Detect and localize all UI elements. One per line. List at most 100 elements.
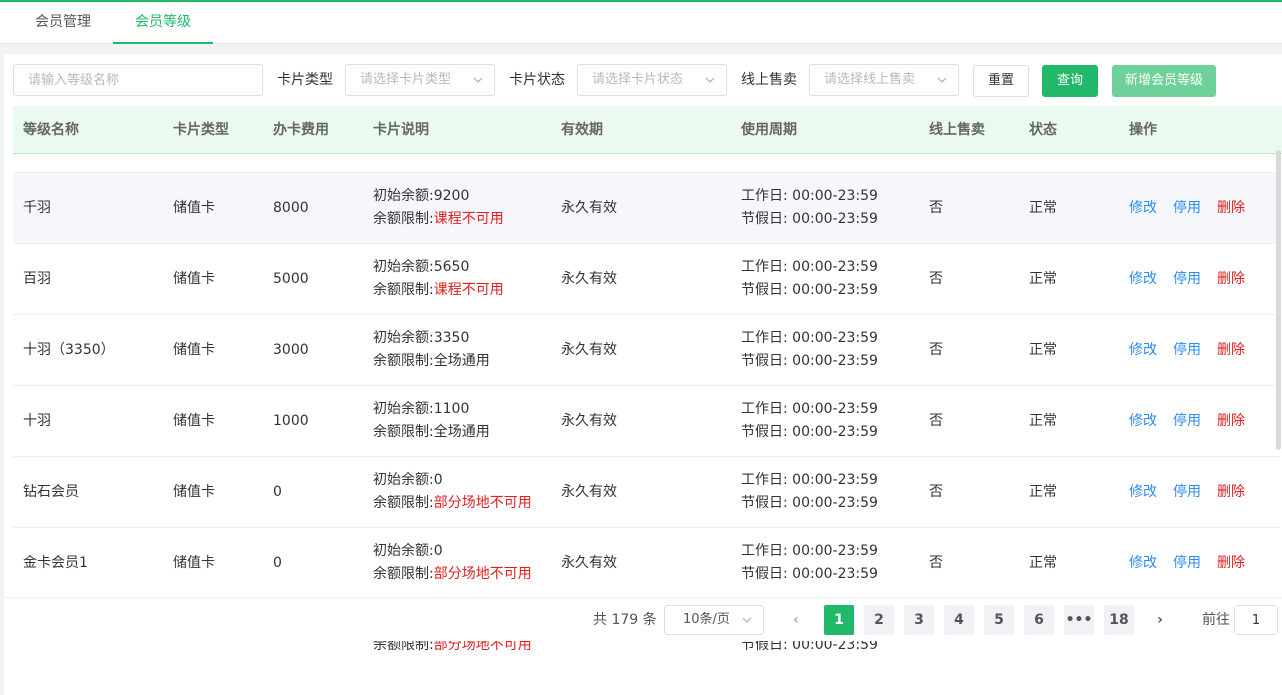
init-balance-line: 初始余额:0 — [373, 540, 532, 563]
holiday-prefix: 节假日: — [741, 424, 788, 440]
cell-card-desc: 初始余额:5650 余额限制:课程不可用 — [373, 256, 504, 302]
cell-level-name: 百羽 — [23, 271, 51, 287]
page-button[interactable]: 6 — [1024, 605, 1054, 635]
online-sale-select[interactable]: 请选择线上售卖 — [809, 64, 959, 96]
delete-link[interactable]: 删除 — [1217, 173, 1245, 243]
workday-line: 工作日: 00:00-23:59 — [741, 256, 878, 279]
cell-online-sale: 否 — [929, 484, 943, 500]
init-balance-line: 初始余额:1100 — [373, 398, 490, 421]
init-balance-line: 初始余额:3350 — [373, 327, 490, 350]
page-button[interactable]: 2 — [864, 605, 894, 635]
workday-line: 工作日: 00:00-23:59 — [741, 398, 878, 421]
edit-link[interactable]: 修改 — [1129, 315, 1157, 385]
workday-line: 工作日: 00:00-23:59 — [741, 469, 878, 492]
filter-bar: 卡片类型 请选择卡片类型 卡片状态 请选择卡片状态 线上售卖 请选择线上售卖 重… — [4, 54, 1282, 106]
page-button[interactable]: 5 — [984, 605, 1014, 635]
col-usage-period: 使用周期 — [741, 122, 797, 138]
col-card-type: 卡片类型 — [173, 122, 229, 138]
delete-link[interactable]: 删除 — [1217, 244, 1245, 314]
card-status-select[interactable]: 请选择卡片状态 — [577, 64, 727, 96]
col-card-desc: 卡片说明 — [373, 122, 429, 138]
col-validity: 有效期 — [561, 122, 603, 138]
page-button[interactable]: 4 — [944, 605, 974, 635]
card-status-placeholder: 请选择卡片状态 — [592, 72, 684, 87]
workday-value: 00:00-23:59 — [792, 543, 878, 559]
cell-card-desc: 初始余额:0余额限制:部分场地不可用 — [373, 540, 532, 586]
init-balance-prefix: 初始余额: — [373, 472, 434, 488]
vertical-scrollbar[interactable] — [1276, 150, 1281, 450]
cell-level-name: 金卡会员1 — [23, 555, 88, 571]
cell-card-desc: 初始余额:3350 余额限制:全场通用 — [373, 327, 490, 373]
goto-page-input[interactable] — [1234, 605, 1278, 635]
balance-limit-line: 余额限制:课程不可用 — [373, 279, 504, 302]
cell-card-type: 储值卡 — [173, 555, 215, 571]
cell-status: 正常 — [1029, 271, 1057, 287]
prev-page-icon[interactable]: ‹ — [781, 605, 811, 635]
edit-link[interactable]: 修改 — [1129, 244, 1157, 314]
query-button[interactable]: 查询 — [1042, 65, 1098, 97]
card-type-select[interactable]: 请选择卡片类型 — [345, 64, 495, 96]
table-row: 十羽 储值卡 1000 初始余额:1100 余额限制:全场通用 永久有效 工作日: 00:0… — [13, 386, 1280, 457]
card-type-label: 卡片类型 — [277, 72, 333, 88]
tab-member-management[interactable]: 会员管理 — [18, 2, 108, 44]
page-size-select[interactable]: 10条/页 — [664, 605, 764, 635]
more-pages-icon[interactable]: ••• — [1064, 605, 1094, 635]
cell-usage-period: 工作日: 00:00-23:59节假日: 00:00-23:59 — [741, 540, 878, 586]
cell-fee: 3000 — [273, 342, 309, 358]
top-tab-bar: 会员管理 会员等级 — [0, 0, 1282, 44]
cell-usage-period: 工作日: 00:00-23:59节假日: 00:00-23:59 — [741, 185, 878, 231]
holiday-prefix: 节假日: — [741, 566, 788, 582]
table-row: 十羽（3350） 储值卡 3000 初始余额:3350 余额限制:全场通用 永久有效 工作日… — [13, 315, 1280, 386]
disable-link[interactable]: 停用 — [1173, 244, 1201, 314]
page-button[interactable]: 18 — [1104, 605, 1134, 635]
holiday-line: 节假日: 00:00-23:59 — [741, 208, 878, 231]
delete-link[interactable]: 删除 — [1217, 528, 1245, 598]
chevron-down-icon — [937, 77, 947, 83]
delete-link[interactable]: 删除 — [1217, 386, 1245, 456]
cell-status: 正常 — [1029, 200, 1057, 216]
col-actions: 操作 — [1129, 122, 1157, 138]
edit-link[interactable]: 修改 — [1129, 386, 1157, 456]
init-balance-prefix: 初始余额: — [373, 543, 434, 559]
disable-link[interactable]: 停用 — [1173, 528, 1201, 598]
cell-status: 正常 — [1029, 342, 1057, 358]
table-row: 百羽 储值卡 5000 初始余额:5650 余额限制:课程不可用 永久有效 工作日: 00:… — [13, 244, 1280, 315]
page-button[interactable]: 3 — [904, 605, 934, 635]
edit-link[interactable]: 修改 — [1129, 457, 1157, 527]
disable-link[interactable]: 停用 — [1173, 386, 1201, 456]
init-balance-value: 3350 — [433, 330, 470, 346]
level-name-input[interactable] — [13, 64, 263, 96]
balance-limit-value: 课程不可用 — [433, 282, 504, 298]
balance-limit-value: 全场通用 — [433, 424, 490, 440]
holiday-line: 节假日: 00:00-23:59 — [741, 279, 878, 302]
edit-link[interactable]: 修改 — [1129, 528, 1157, 598]
table-spacer — [13, 154, 1280, 173]
workday-prefix: 工作日: — [741, 401, 788, 417]
next-page-icon[interactable]: › — [1145, 605, 1175, 635]
balance-limit-prefix: 余额限制: — [373, 424, 434, 440]
balance-limit-prefix: 余额限制: — [373, 353, 434, 369]
reset-button[interactable]: 重置 — [973, 65, 1029, 97]
disable-link[interactable]: 停用 — [1173, 457, 1201, 527]
card-status-label: 卡片状态 — [509, 72, 565, 88]
edit-link[interactable]: 修改 — [1129, 173, 1157, 243]
init-balance-prefix: 初始余额: — [373, 188, 434, 204]
page-button[interactable]: 1 — [824, 605, 854, 635]
pagination: 共 179 条 10条/页 ‹ 1 2 3 4 5 6 ••• 18 › 前往 — [4, 597, 1282, 641]
delete-link[interactable]: 删除 — [1217, 315, 1245, 385]
balance-limit-line: 余额限制:课程不可用 — [373, 208, 504, 231]
balance-limit-prefix: 余额限制: — [373, 211, 434, 227]
init-balance-prefix: 初始余额: — [373, 330, 434, 346]
cell-status: 正常 — [1029, 484, 1057, 500]
disable-link[interactable]: 停用 — [1173, 315, 1201, 385]
tab-member-level[interactable]: 会员等级 — [113, 2, 213, 44]
cell-online-sale: 否 — [929, 271, 943, 287]
delete-link[interactable]: 删除 — [1217, 457, 1245, 527]
balance-limit-value: 全场通用 — [433, 353, 490, 369]
workday-value: 00:00-23:59 — [792, 330, 878, 346]
disable-link[interactable]: 停用 — [1173, 173, 1201, 243]
table-header: 等级名称 卡片类型 办卡费用 卡片说明 有效期 使用周期 线上售卖 状态 操作 — [13, 106, 1282, 154]
add-member-level-button[interactable]: 新增会员等级 — [1112, 65, 1216, 97]
cell-fee: 1000 — [273, 413, 309, 429]
col-level-name: 等级名称 — [23, 122, 79, 138]
